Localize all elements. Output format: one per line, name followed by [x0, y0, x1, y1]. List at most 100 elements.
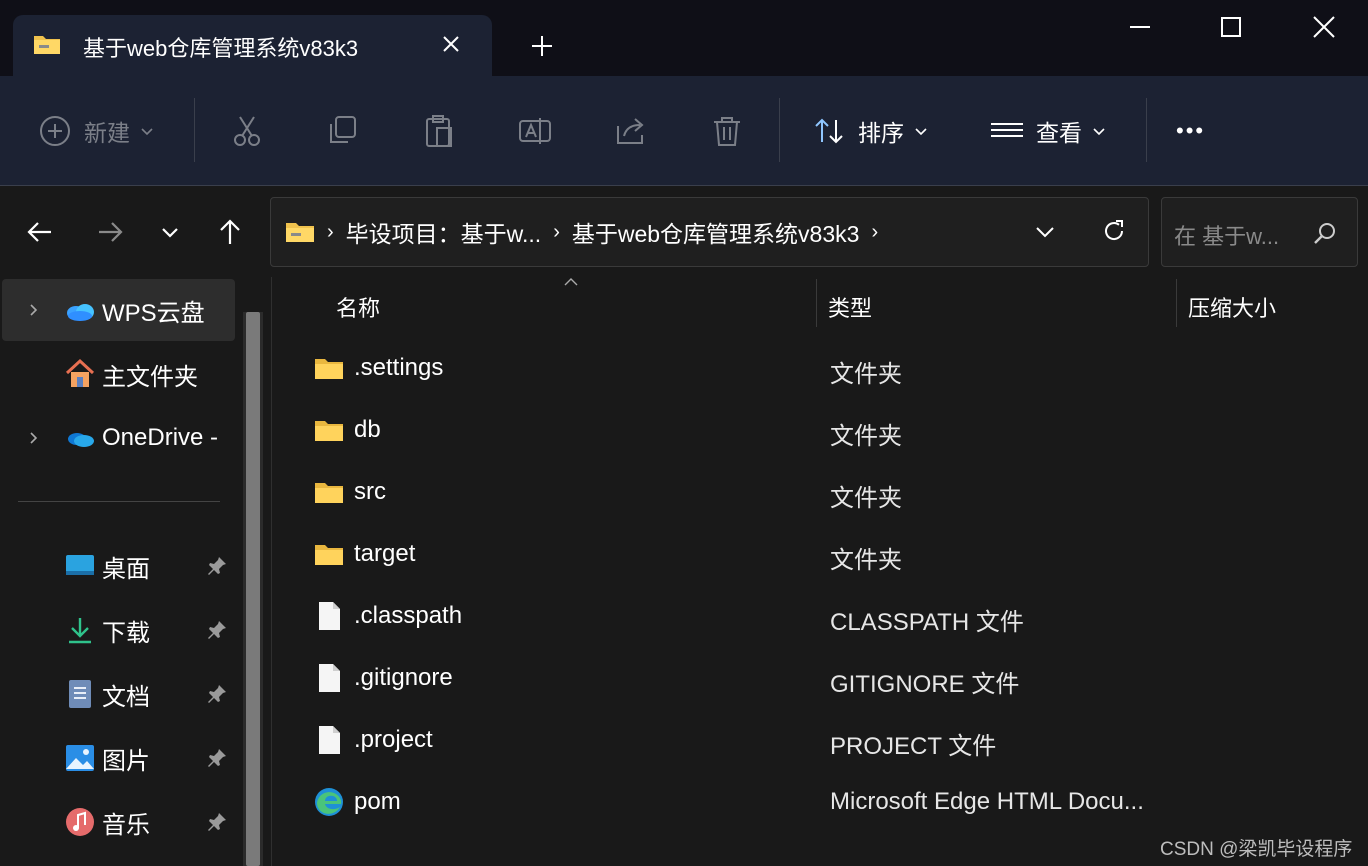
column-header-type[interactable]: 类型: [828, 291, 872, 323]
delete-button[interactable]: [710, 76, 744, 186]
list-item[interactable]: .gitignore GITIGNORE 文件: [302, 648, 1362, 710]
list-item[interactable]: .project PROJECT 文件: [302, 710, 1362, 772]
watermark: CSDN @梁凯毕设程序: [1160, 839, 1353, 860]
folder-icon: [315, 421, 343, 441]
close-tab-icon[interactable]: [438, 31, 464, 57]
column-divider[interactable]: [816, 279, 817, 327]
recent-locations-icon[interactable]: [155, 217, 185, 247]
cut-button[interactable]: [230, 76, 264, 186]
file-type: PROJECT 文件: [830, 733, 997, 760]
divider: [194, 98, 195, 162]
divider: [1146, 98, 1147, 162]
chevron-right-icon[interactable]: [26, 303, 40, 317]
file-name: .settings: [354, 354, 444, 381]
sidebar-item-label: OneDrive -: [102, 424, 219, 451]
search-placeholder: 在 基于w...: [1174, 224, 1280, 249]
list-item[interactable]: target 文件夹: [302, 524, 1362, 586]
sidebar-item-label: WPS云盘: [102, 299, 205, 327]
clipboard-icon: [426, 115, 452, 147]
pin-icon[interactable]: [206, 555, 228, 577]
sidebar-item-documents[interactable]: 文档: [0, 663, 240, 725]
chevron-right-icon[interactable]: [26, 431, 40, 445]
search-box[interactable]: 在 基于w...: [1161, 197, 1358, 267]
maximize-icon[interactable]: [1216, 12, 1246, 42]
forward-icon[interactable]: [95, 217, 125, 247]
chevron-right-icon[interactable]: ›: [871, 221, 878, 244]
pin-icon[interactable]: [206, 683, 228, 705]
sort-button[interactable]: 排序: [812, 76, 928, 186]
sidebar-scrollbar[interactable]: [243, 312, 263, 866]
plus-circle-icon: [40, 116, 70, 146]
sort-icon: [815, 118, 843, 144]
sidebar-item-onedrive[interactable]: OneDrive -: [0, 407, 240, 469]
file-icon: [319, 726, 340, 754]
share-button[interactable]: [614, 76, 648, 186]
list-item[interactable]: .classpath CLASSPATH 文件: [302, 586, 1362, 648]
sidebar-item-desktop[interactable]: 桌面: [0, 535, 240, 597]
file-name: src: [354, 478, 386, 505]
column-divider[interactable]: [1176, 279, 1177, 327]
minimize-icon[interactable]: [1125, 12, 1155, 42]
file-list: 名称 类型 压缩大小 .settings 文件夹 db 文件夹 src 文件夹 …: [272, 277, 1368, 866]
list-item[interactable]: pom Microsoft Edge HTML Docu...: [302, 772, 1362, 834]
file-name: .gitignore: [354, 664, 453, 691]
zip-folder-icon: [286, 223, 314, 242]
more-options-button[interactable]: •••: [1176, 76, 1205, 186]
search-icon[interactable]: [1312, 220, 1338, 246]
new-label: 新建: [84, 120, 130, 146]
sort-label: 排序: [858, 120, 904, 146]
sort-ascending-icon: [564, 278, 578, 286]
breadcrumb-item[interactable]: 基于web仓库管理系统v83k3: [572, 215, 860, 249]
copy-icon: [330, 116, 356, 143]
file-type: 文件夹: [830, 485, 902, 512]
folder-icon: [315, 545, 343, 565]
chevron-right-icon: ›: [553, 220, 560, 243]
back-icon[interactable]: [25, 217, 55, 247]
tab-title: 基于web仓库管理系统v83k3: [83, 36, 359, 61]
pictures-icon: [66, 745, 94, 771]
new-tab-icon[interactable]: [529, 33, 555, 59]
list-item[interactable]: .settings 文件夹: [302, 338, 1362, 400]
chevron-down-icon: [1093, 128, 1105, 136]
sidebar-item-downloads[interactable]: 下载: [0, 599, 240, 661]
list-item[interactable]: db 文件夹: [302, 400, 1362, 462]
sidebar-item-pictures[interactable]: 图片: [0, 727, 240, 789]
file-icon: [319, 602, 340, 630]
paste-button[interactable]: [422, 76, 456, 186]
pin-icon[interactable]: [206, 747, 228, 769]
refresh-icon[interactable]: [1101, 218, 1127, 244]
up-icon[interactable]: [215, 217, 245, 247]
rename-button[interactable]: [518, 76, 552, 186]
wps-cloud-icon: [67, 304, 94, 321]
column-header-compressed-size[interactable]: 压缩大小: [1188, 291, 1276, 323]
file-type: GITIGNORE 文件: [830, 671, 1020, 698]
sidebar-item-wps-cloud[interactable]: WPS云盘: [2, 279, 235, 341]
column-header-name[interactable]: 名称: [336, 291, 380, 323]
file-type: 文件夹: [830, 547, 902, 574]
scrollbar-thumb[interactable]: [246, 312, 260, 866]
pin-icon[interactable]: [206, 811, 228, 833]
copy-button[interactable]: [326, 76, 360, 186]
sidebar-item-label: 主文件夹: [102, 363, 198, 391]
file-type: Microsoft Edge HTML Docu...: [830, 788, 1144, 815]
sidebar-item-music[interactable]: 音乐: [0, 791, 240, 853]
share-icon: [617, 118, 644, 144]
list-item[interactable]: src 文件夹: [302, 462, 1362, 524]
address-bar[interactable]: › 毕设项目：基于w... › 基于web仓库管理系统v83k3 ›: [270, 197, 1149, 267]
zip-folder-icon: [34, 36, 60, 54]
file-name: target: [354, 540, 416, 567]
file-type: 文件夹: [830, 423, 902, 450]
close-window-icon[interactable]: [1309, 12, 1339, 42]
view-button[interactable]: 查看: [990, 76, 1106, 186]
pin-icon[interactable]: [206, 619, 228, 641]
breadcrumb-item[interactable]: 毕设项目：基于w...: [346, 215, 542, 249]
edge-icon: [315, 788, 343, 816]
sidebar-divider: [18, 501, 220, 502]
sidebar-item-label: 桌面: [102, 555, 150, 583]
chevron-down-icon: [141, 128, 153, 136]
sidebar-item-home[interactable]: 主文件夹: [0, 343, 240, 405]
music-icon: [66, 808, 94, 836]
new-button[interactable]: 新建: [38, 76, 154, 186]
address-dropdown-icon[interactable]: [1033, 220, 1057, 244]
tab-active[interactable]: 基于web仓库管理系统v83k3: [13, 15, 492, 76]
